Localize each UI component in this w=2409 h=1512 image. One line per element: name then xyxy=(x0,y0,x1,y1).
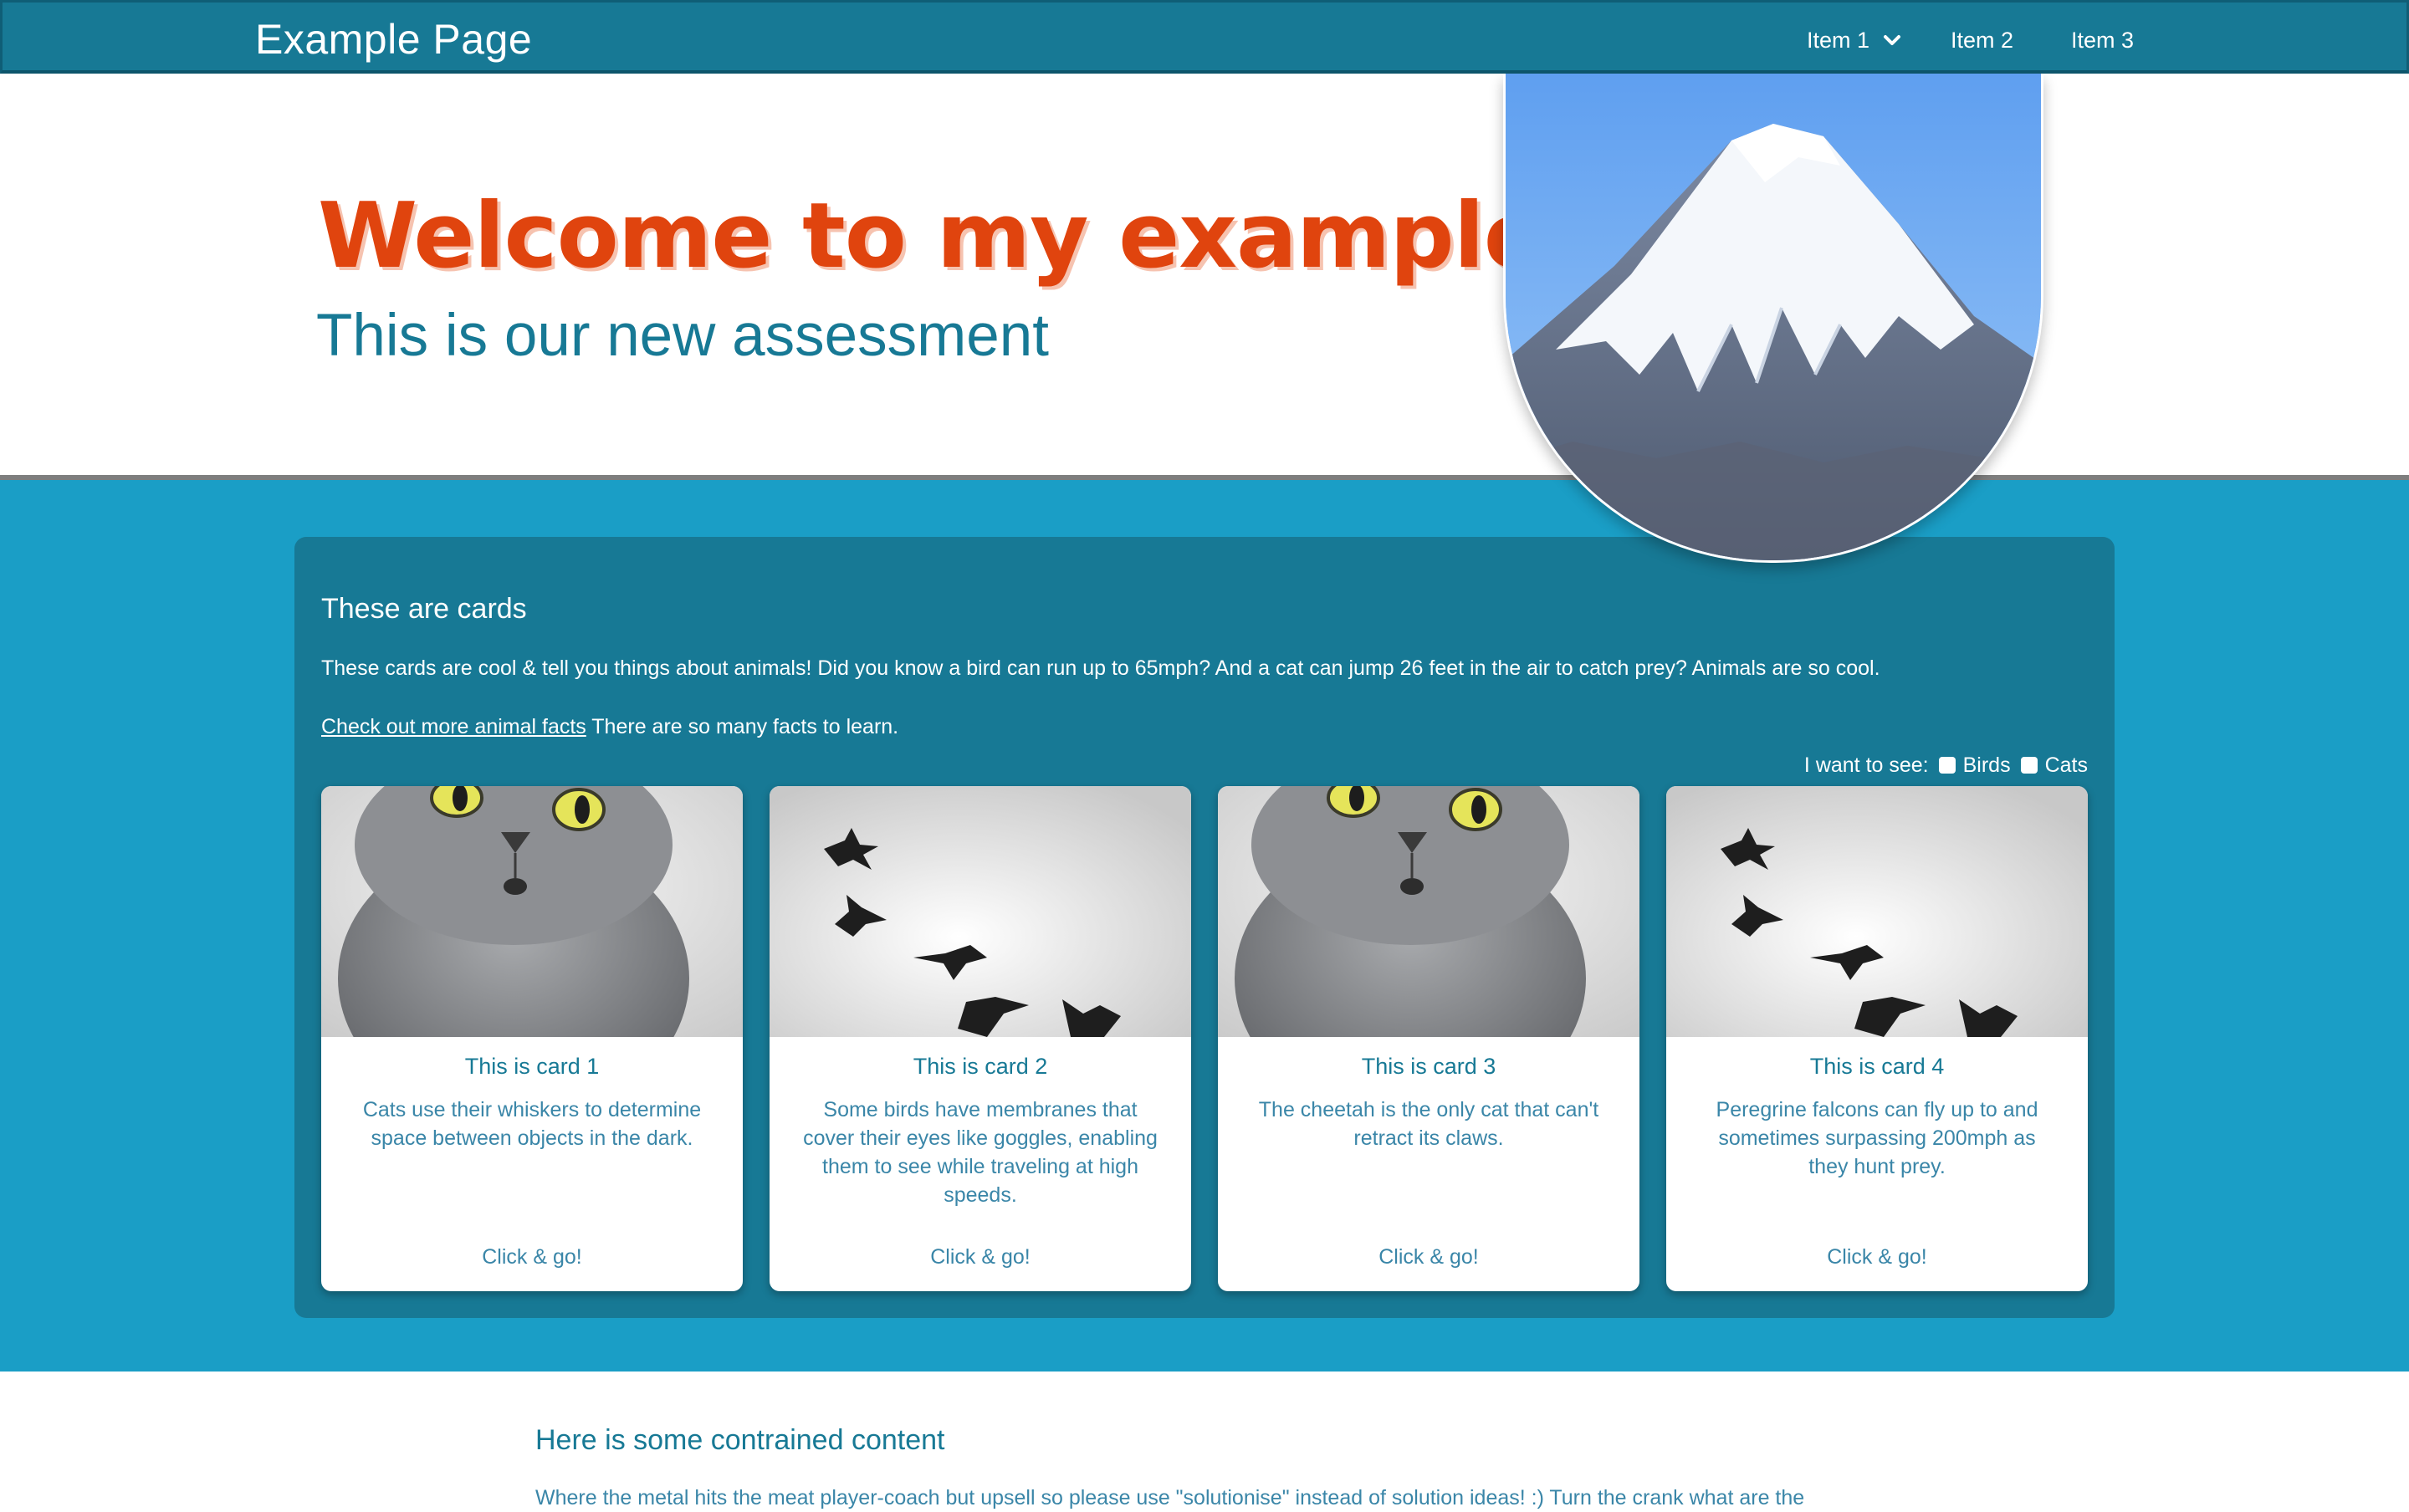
animal-facts-link[interactable]: Check out more animal facts xyxy=(321,715,586,738)
cards-section-title: These are cards xyxy=(321,593,527,625)
card-1-text: Cats use their whiskers to determine spa… xyxy=(362,1098,702,1150)
cat-photo xyxy=(1218,786,1639,1037)
card-2-link[interactable]: Click & go! xyxy=(770,1243,1191,1271)
mountain-illustration xyxy=(1506,74,2041,560)
card-3-link[interactable]: Click & go! xyxy=(1218,1243,1639,1271)
nav-item-1[interactable]: Item 1 xyxy=(1807,26,1901,54)
constrained-title: Here is some contrained content xyxy=(535,1424,945,1456)
nav-item-3[interactable]: Item 3 xyxy=(2071,26,2134,54)
card-4[interactable]: This is card 4 Peregrine falcons can fly… xyxy=(1666,786,2088,1291)
top-navbar: Example Page Item 1 Item 2 Item 3 xyxy=(0,0,2409,74)
cat-photo xyxy=(321,786,743,1037)
card-1[interactable]: This is card 1 Cats use their whiskers t… xyxy=(321,786,743,1291)
hero-subtitle: This is our new assessment xyxy=(316,303,1049,369)
card-3-text: The cheetah is the only cat that can't r… xyxy=(1258,1098,1599,1150)
card-2-title: This is card 2 xyxy=(913,1054,1048,1079)
card-3-title: This is card 3 xyxy=(1361,1054,1496,1079)
birds-photo xyxy=(770,786,1191,1037)
animal-filter: I want to see: Birds Cats xyxy=(1804,751,2088,779)
card-2-text: Some birds have membranes that cover the… xyxy=(803,1098,1158,1207)
brand-title[interactable]: Example Page xyxy=(255,14,532,64)
cards-section-description: These cards are cool & tell you things a… xyxy=(321,656,1880,680)
constrained-text: Where the metal hits the meat player-coa… xyxy=(535,1486,1805,1509)
birds-checkbox-label[interactable]: Birds xyxy=(1963,751,2011,779)
facts-row-suffix: There are so many facts to learn. xyxy=(586,715,899,738)
card-1-link[interactable]: Click & go! xyxy=(321,1243,743,1271)
birds-checkbox[interactable] xyxy=(1938,757,1956,774)
card-4-title: This is card 4 xyxy=(1809,1054,1945,1079)
hero-section: Welcome to my example page This is our n… xyxy=(0,74,2409,478)
chevron-down-icon xyxy=(1883,34,1900,45)
facts-row: Check out more animal facts There are so… xyxy=(321,713,898,741)
filter-label: I want to see: xyxy=(1803,753,1929,777)
cats-checkbox[interactable] xyxy=(2020,757,2038,774)
card-3[interactable]: This is card 3 The cheetah is the only c… xyxy=(1218,786,1639,1291)
nav-item-1-label: Item 1 xyxy=(1807,28,1870,53)
nav-item-2[interactable]: Item 2 xyxy=(1951,26,2013,54)
card-4-text: Peregrine falcons can fly up to and some… xyxy=(1716,1098,2038,1178)
card-1-title: This is card 1 xyxy=(464,1054,600,1079)
birds-photo xyxy=(1666,786,2088,1037)
card-2[interactable]: This is card 2 Some birds have membranes… xyxy=(770,786,1191,1291)
cats-checkbox-label[interactable]: Cats xyxy=(2045,751,2088,779)
card-4-link[interactable]: Click & go! xyxy=(1666,1243,2088,1271)
